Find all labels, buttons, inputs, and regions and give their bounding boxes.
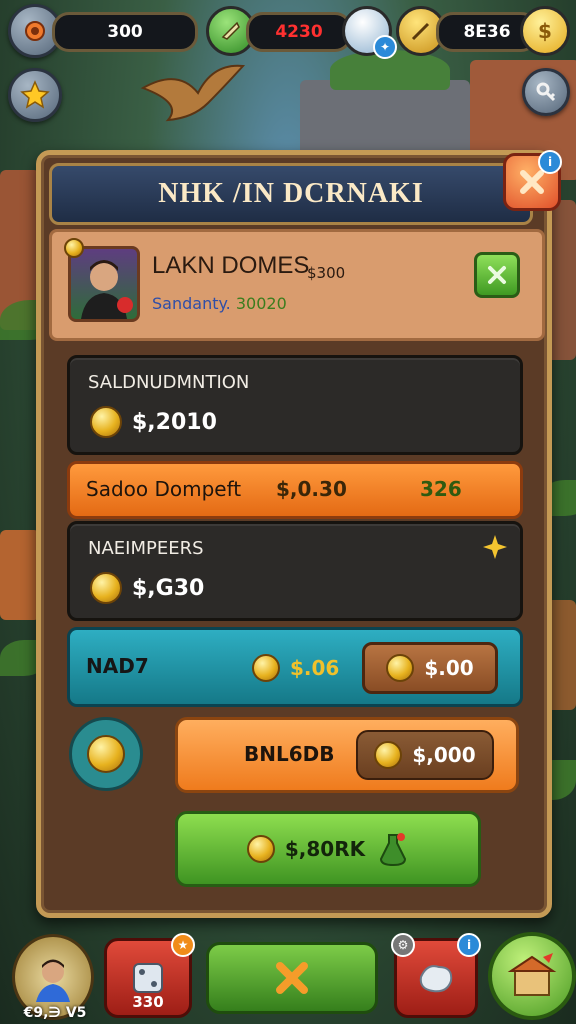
panel-title-bar: NHK /IN DCRNAKI bbox=[49, 163, 533, 225]
info-icon: i bbox=[457, 933, 481, 957]
avatar bbox=[36, 959, 70, 1002]
gem-shop-button[interactable]: i ⚙ bbox=[391, 933, 481, 1018]
resource-pill-middle: 4230 bbox=[246, 12, 352, 52]
profile-name: LAKN DOMES bbox=[152, 252, 310, 279]
settings-badge-icon: ⚙ bbox=[391, 933, 415, 957]
offer-row-1-value: $,2010 bbox=[132, 409, 217, 435]
teal-label: NAD7 bbox=[86, 654, 149, 678]
confirm-button[interactable] bbox=[474, 252, 520, 298]
key-button[interactable] bbox=[522, 68, 570, 116]
coin-icon bbox=[90, 572, 122, 604]
coin-icon bbox=[90, 406, 122, 438]
highlight-label: Sadoo Dompeft bbox=[86, 477, 242, 501]
resource-value-right: 8E36 bbox=[463, 22, 511, 42]
top-bar: 300 4230 ✦ 8E36 $ bbox=[0, 0, 576, 122]
box-button[interactable]: ★ 330 bbox=[104, 933, 195, 1018]
resource-value-middle: 4230 bbox=[275, 22, 323, 42]
avatar bbox=[68, 246, 140, 322]
offer-row-teal[interactable]: NAD7 $.06 $.00 bbox=[67, 627, 523, 707]
green-buy-button[interactable]: $,80RK bbox=[175, 811, 481, 887]
highlight-extra: 326 bbox=[420, 477, 462, 501]
info-icon: i bbox=[538, 150, 562, 174]
panel-title: NHK /IN DCRNAKI bbox=[158, 178, 424, 209]
offer-row-1[interactable]: SALDNUDMNTION $,2010 bbox=[67, 355, 523, 455]
gear-icon bbox=[25, 21, 45, 41]
coin-icon bbox=[64, 238, 84, 258]
dice-icon bbox=[133, 963, 163, 993]
close-button[interactable]: i bbox=[503, 150, 562, 211]
crystal-icon bbox=[419, 965, 453, 993]
avatar-value: €9,∋ V5 bbox=[23, 1005, 87, 1021]
coin-icon bbox=[386, 654, 415, 682]
profile-sub-value: 30020 bbox=[235, 294, 287, 313]
offer-row-highlight[interactable]: Sadoo Dompeft $,0.30 326 bbox=[67, 461, 523, 519]
coin-icon bbox=[87, 735, 125, 773]
box-value: 330 bbox=[132, 993, 164, 1011]
orange-action-price: $,000 bbox=[356, 730, 494, 780]
offer-row-1-label: SALDNUDMNTION bbox=[88, 372, 250, 393]
orange-action-button[interactable]: BNL6DB $,000 bbox=[175, 717, 519, 793]
highlight-value: $,0.30 bbox=[276, 477, 347, 501]
resource-pill-left: 300 bbox=[52, 12, 198, 52]
key-icon bbox=[536, 82, 556, 102]
profile-card: LAKN DOMES $300 Sandanty. 30020 bbox=[49, 229, 545, 341]
profile-avatar-button[interactable]: €9,∋ V5 bbox=[12, 934, 94, 1021]
teal-buy-button[interactable]: $.00 bbox=[362, 642, 498, 694]
star-icon bbox=[20, 80, 50, 109]
offer-row-2[interactable]: NAEIMPEERS $,G30 bbox=[67, 521, 523, 621]
coin-icon bbox=[374, 741, 403, 769]
coin-stack-icon bbox=[252, 654, 280, 682]
info-badge-icon: ✦ bbox=[373, 35, 397, 59]
star-badge-icon: ★ bbox=[171, 933, 195, 957]
sparkle-icon bbox=[483, 535, 507, 559]
teal-pill-value: $.00 bbox=[424, 656, 474, 680]
coin-shortcut-button[interactable] bbox=[69, 717, 143, 791]
shop-stall-button[interactable] bbox=[488, 932, 576, 1020]
shop-stall-icon bbox=[507, 953, 557, 996]
bird-icon bbox=[140, 64, 246, 122]
green-button-label: $,80RK bbox=[284, 837, 366, 861]
profile-subtitle: Sandanty. 30020 bbox=[152, 294, 287, 313]
coin-icon bbox=[246, 835, 275, 863]
center-cancel-button[interactable] bbox=[206, 942, 378, 1014]
favorites-button[interactable] bbox=[8, 68, 62, 122]
gold-coin-icon[interactable]: $ bbox=[520, 6, 570, 56]
check-x-icon bbox=[488, 266, 506, 284]
resource-value-left: 300 bbox=[107, 22, 143, 42]
offer-row-2-label: NAEIMPEERS bbox=[88, 538, 204, 559]
shop-panel: NHK /IN DCRNAKI i LAKN DOMES $300 Sandan… bbox=[36, 150, 562, 918]
crystal-icon[interactable]: ✦ bbox=[342, 6, 397, 59]
offer-row-2-value: $,G30 bbox=[132, 575, 205, 601]
bottom-bar: €9,∋ V5 ★ 330 i ⚙ bbox=[0, 924, 576, 1024]
orange-action-label: BNL6DB bbox=[244, 742, 335, 766]
profile-price: $300 bbox=[307, 264, 346, 282]
potion-icon bbox=[380, 833, 407, 867]
close-icon bbox=[276, 962, 308, 994]
teal-mid-value: $.06 bbox=[290, 656, 340, 680]
